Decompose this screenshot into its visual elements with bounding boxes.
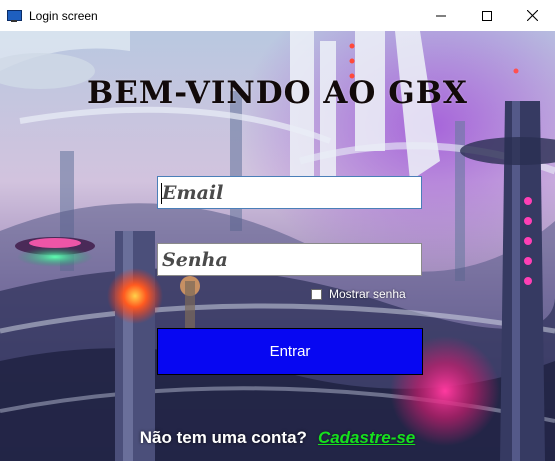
content-area: BEM-VINDO AO GBX Mostrar senha Entrar Nã… <box>0 31 555 461</box>
title-bar[interactable]: Login screen <box>0 0 555 31</box>
login-window: Login screen BEM-VINDO AO GBX Email Most… <box>0 0 555 461</box>
maximize-icon <box>482 10 492 21</box>
show-password-label: Mostrar senha <box>329 287 406 301</box>
minimize-button[interactable] <box>418 0 464 31</box>
email-input[interactable] <box>162 177 421 208</box>
welcome-heading: BEM-VINDO AO GBX <box>87 75 468 111</box>
monitor-app-icon <box>7 9 23 23</box>
signup-link[interactable]: Cadastre-se <box>318 428 415 448</box>
window-title: Login screen <box>29 8 98 23</box>
close-icon <box>526 10 538 21</box>
login-button[interactable]: Entrar <box>157 328 423 375</box>
minimize-icon <box>436 15 446 16</box>
password-field[interactable] <box>157 243 422 276</box>
text-caret <box>161 183 162 204</box>
signup-prompt: Não tem uma conta? Cadastre-se <box>0 428 555 448</box>
maximize-button[interactable] <box>464 0 510 31</box>
show-password-checkbox[interactable] <box>311 288 322 300</box>
email-field[interactable] <box>157 176 422 209</box>
close-button[interactable] <box>509 0 555 31</box>
no-account-text: Não tem uma conta? <box>139 428 307 447</box>
password-input[interactable] <box>162 244 421 275</box>
show-password-toggle[interactable]: Mostrar senha <box>311 287 406 301</box>
